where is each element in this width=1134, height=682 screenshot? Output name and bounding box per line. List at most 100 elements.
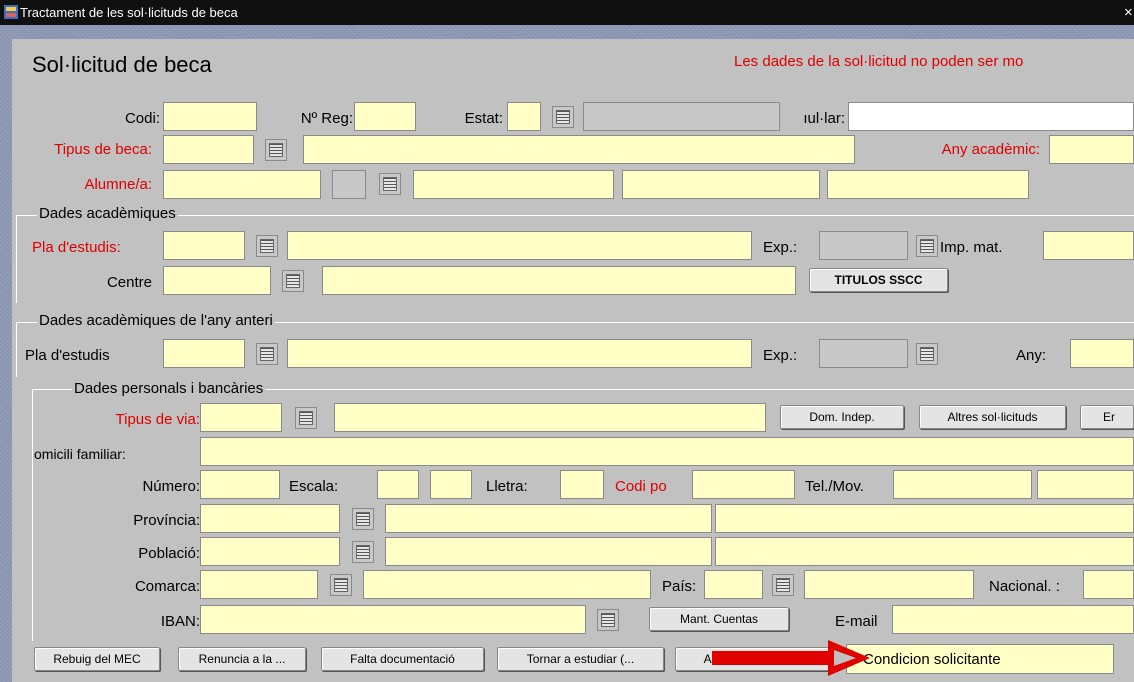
- via-name-field[interactable]: [334, 403, 766, 432]
- provincia-name-field[interactable]: [385, 504, 712, 533]
- renuncia-button[interactable]: Renuncia a la ...: [178, 647, 306, 671]
- list-of-values-icon[interactable]: [916, 343, 938, 365]
- centre-code-field[interactable]: [163, 266, 271, 295]
- titular-field[interactable]: [848, 102, 1134, 131]
- previous-year-legend: Dades acadèmiques de l'any anteri: [37, 312, 275, 330]
- escala-label: Escala:: [289, 478, 339, 495]
- pis-field[interactable]: [430, 470, 472, 499]
- list-of-values-icon[interactable]: [295, 407, 317, 429]
- poblacio-extra-field[interactable]: [715, 537, 1134, 566]
- codi-label: Codi:: [124, 110, 160, 127]
- nacionalitat-label: Nacional. :: [989, 578, 1060, 595]
- list-of-values-icon[interactable]: [352, 541, 374, 563]
- lletra-field[interactable]: [560, 470, 604, 499]
- any-academic-label: Any acadèmic:: [941, 141, 1040, 158]
- pla-estudis-description-field[interactable]: [287, 231, 752, 260]
- prev-exp-label: Exp.:: [763, 347, 798, 364]
- poblacio-label: Població:: [138, 545, 200, 562]
- forms-app-icon: [4, 5, 18, 19]
- er-button[interactable]: Er: [1080, 405, 1134, 429]
- provincia-extra-field[interactable]: [715, 504, 1134, 533]
- list-of-values-icon[interactable]: [265, 139, 287, 161]
- title-bar: Tractament de les sol·licituds de beca ×: [0, 0, 1134, 25]
- tipus-beca-description-field[interactable]: [303, 135, 855, 164]
- provincia-code-field[interactable]: [200, 504, 340, 533]
- alumne-nif-field[interactable]: [163, 170, 321, 199]
- tipus-via-label: Tipus de via:: [115, 411, 201, 428]
- titulos-sscc-button[interactable]: TITULOS SSCC: [809, 268, 948, 292]
- email-label: E-mail: [835, 613, 878, 630]
- provincia-label: Província:: [133, 512, 200, 529]
- tipus-beca-field[interactable]: [163, 135, 254, 164]
- condicion-solicitante-field[interactable]: Condicion solicitante: [846, 644, 1114, 674]
- personal-data-legend: Dades personals i bancàries: [72, 380, 266, 398]
- close-button[interactable]: ×: [1124, 0, 1133, 25]
- altres-sollicituds-button[interactable]: Altres sol·licituds: [919, 405, 1066, 429]
- telefon-field[interactable]: [893, 470, 1032, 499]
- list-of-values-icon[interactable]: [352, 508, 374, 530]
- lletra-label: Lletra:: [486, 478, 528, 495]
- estat-field[interactable]: [507, 102, 541, 131]
- iban-field[interactable]: [200, 605, 586, 634]
- domicili-label: omicili familiar:: [34, 446, 126, 462]
- list-of-values-icon[interactable]: [552, 106, 574, 128]
- exp-field: [819, 231, 908, 260]
- escala-field[interactable]: [377, 470, 419, 499]
- prev-any-field[interactable]: [1070, 339, 1134, 368]
- academic-data-legend: Dades acadèmiques: [37, 205, 178, 223]
- dom-indep-button[interactable]: Dom. Indep.: [780, 405, 904, 429]
- estat-label: Estat:: [464, 110, 503, 127]
- list-of-values-icon[interactable]: [772, 574, 794, 596]
- list-of-values-icon[interactable]: [330, 574, 352, 596]
- form-panel: Sol·licitud de beca Les dades de la sol·…: [12, 39, 1134, 682]
- numero-label: Número:: [142, 478, 200, 495]
- email-field[interactable]: [892, 605, 1134, 634]
- falta-documentacio-button[interactable]: Falta documentació: [321, 647, 484, 671]
- readonly-warning: Les dades de la sol·licitud no poden ser…: [734, 53, 1024, 70]
- list-of-values-icon[interactable]: [597, 609, 619, 631]
- rebuig-mec-button[interactable]: Rebuig del MEC: [34, 647, 160, 671]
- mant-cuentas-button[interactable]: Mant. Cuentas: [649, 607, 789, 631]
- centre-label: Centre: [106, 274, 152, 291]
- domicili-field[interactable]: [200, 437, 1134, 466]
- list-of-values-icon[interactable]: [256, 235, 278, 257]
- iban-label: IBAN:: [160, 613, 200, 630]
- mobil-field[interactable]: [1037, 470, 1134, 499]
- codi-field[interactable]: [163, 102, 257, 131]
- comarca-name-field[interactable]: [363, 570, 651, 599]
- tornar-estudiar-button[interactable]: Tornar a estudiar (...: [497, 647, 664, 671]
- alumne-name-field[interactable]: [413, 170, 614, 199]
- nacionalitat-field[interactable]: [1083, 570, 1134, 599]
- prev-any-label: Any:: [1016, 347, 1047, 364]
- condicion-solicitante-value: Condicion solicitante: [863, 651, 1001, 668]
- prev-pla-code-field[interactable]: [163, 339, 245, 368]
- comarca-code-field[interactable]: [200, 570, 318, 599]
- pais-name-field[interactable]: [804, 570, 974, 599]
- nreg-field[interactable]: [354, 102, 416, 131]
- prev-pla-description-field[interactable]: [287, 339, 752, 368]
- imp-mat-field[interactable]: [1043, 231, 1134, 260]
- centre-description-field[interactable]: [322, 266, 796, 295]
- poblacio-name-field[interactable]: [385, 537, 712, 566]
- titular-label: ıul·lar:: [803, 110, 845, 127]
- alumne-label: Alumne/a:: [84, 176, 152, 193]
- codi-postal-field[interactable]: [692, 470, 795, 499]
- alumne-surname1-field[interactable]: [622, 170, 820, 199]
- pla-estudis-label: Pla d'estudis:: [32, 239, 121, 256]
- poblacio-code-field[interactable]: [200, 537, 340, 566]
- list-of-values-icon[interactable]: [916, 235, 938, 257]
- list-of-values-icon[interactable]: [282, 270, 304, 292]
- list-of-values-icon[interactable]: [379, 173, 401, 195]
- pais-code-field[interactable]: [704, 570, 763, 599]
- form-window: Sol·licitud de beca Les dades de la sol·…: [0, 25, 1134, 682]
- nreg-label: Nº Reg:: [300, 110, 353, 127]
- tipus-via-field[interactable]: [200, 403, 282, 432]
- imp-mat-label: Imp. mat.: [940, 239, 1003, 256]
- any-academic-field[interactable]: [1049, 135, 1134, 164]
- pla-estudis-code-field[interactable]: [163, 231, 245, 260]
- list-of-values-icon[interactable]: [256, 343, 278, 365]
- prev-exp-field: [819, 339, 908, 368]
- alumne-surname2-field[interactable]: [827, 170, 1029, 199]
- exp-label: Exp.:: [763, 239, 798, 256]
- numero-field[interactable]: [200, 470, 280, 499]
